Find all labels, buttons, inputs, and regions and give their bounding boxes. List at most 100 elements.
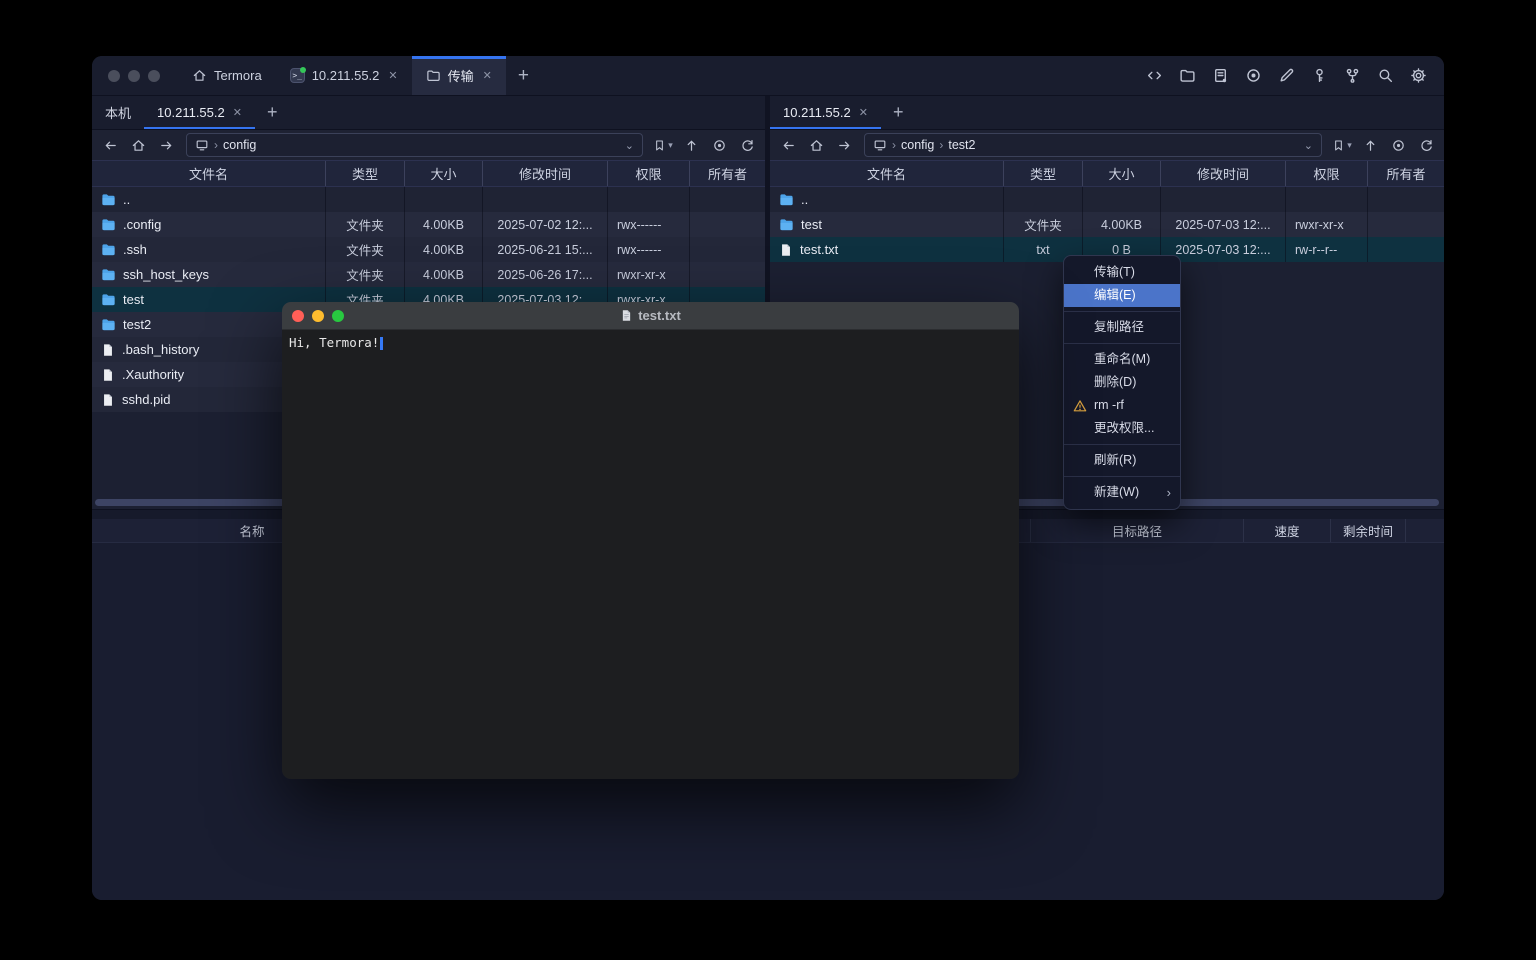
refresh-icon[interactable] (735, 134, 759, 156)
back-icon[interactable] (776, 134, 800, 156)
column-header[interactable]: 权限 (607, 161, 689, 186)
column-header[interactable]: 大小 (404, 161, 482, 186)
menu-item-rm-rf[interactable]: rm -rf (1064, 394, 1180, 417)
window-controls[interactable] (92, 56, 178, 95)
menu-item-rename[interactable]: 重命名(M) (1064, 348, 1180, 371)
chevron-down-icon[interactable]: ⌄ (1304, 139, 1313, 152)
home-icon[interactable] (804, 134, 828, 156)
column-header[interactable]: 文件名 (92, 161, 325, 186)
add-panel-tab-button[interactable]: + (881, 96, 916, 129)
table-row[interactable]: ssh_host_keys 文件夹 4.00KB 2025-06-26 17:.… (92, 262, 765, 287)
table-row[interactable]: .ssh 文件夹 4.00KB 2025-06-21 15:... rwx---… (92, 237, 765, 262)
table-row[interactable]: .config 文件夹 4.00KB 2025-07-02 12:... rwx… (92, 212, 765, 237)
terminal-icon: >_ (290, 68, 305, 83)
parent-directory-icon[interactable] (679, 134, 703, 156)
menu-separator (1064, 444, 1180, 445)
panel-tab-host[interactable]: 10.211.55.2 ✕ (770, 96, 881, 129)
column-header[interactable]: 所有者 (689, 161, 765, 186)
computer-icon (195, 138, 209, 152)
close-icon[interactable]: ✕ (859, 106, 868, 119)
record-icon[interactable] (1243, 66, 1263, 86)
path-separator: › (939, 138, 943, 152)
file-icon (101, 393, 115, 407)
home-icon[interactable] (126, 134, 150, 156)
event-log-icon[interactable] (1210, 66, 1230, 86)
column-header-filler (1405, 519, 1444, 542)
table-row[interactable]: .. (770, 187, 1444, 212)
bookmark-icon[interactable]: ▾ (651, 134, 675, 156)
table-row[interactable]: .. (92, 187, 765, 212)
folder-icon[interactable] (1177, 66, 1197, 86)
file-icon (101, 368, 115, 382)
right-pathbar: › config › test2 ⌄ ▾ (770, 130, 1444, 160)
column-header[interactable]: 修改时间 (482, 161, 607, 186)
column-header[interactable]: 类型 (1003, 161, 1082, 186)
keychain-icon[interactable] (1342, 66, 1362, 86)
maximize-window-button[interactable] (332, 310, 344, 322)
key-icon[interactable] (1309, 66, 1329, 86)
parent-directory-icon[interactable] (1358, 134, 1382, 156)
column-header[interactable]: 所有者 (1367, 161, 1444, 186)
tab-transfer[interactable]: 传输 ✕ (412, 56, 506, 95)
chevron-down-icon[interactable]: ⌄ (625, 139, 634, 152)
show-hidden-icon[interactable] (707, 134, 731, 156)
tab-termora[interactable]: Termora (178, 56, 276, 95)
forward-icon[interactable] (832, 134, 856, 156)
text-cursor (380, 337, 383, 350)
close-window-button[interactable] (108, 70, 120, 82)
bookmark-dropdown-caret[interactable]: ▾ (668, 140, 673, 151)
bookmark-icon[interactable]: ▾ (1330, 134, 1354, 156)
tab-host-terminal[interactable]: >_ 10.211.55.2 ✕ (276, 56, 412, 95)
maximize-window-button[interactable] (148, 70, 160, 82)
minimize-window-button[interactable] (312, 310, 324, 322)
close-icon[interactable]: ✕ (388, 69, 397, 82)
path-segment[interactable]: config (223, 138, 256, 152)
column-header[interactable]: 剩余时间 (1330, 519, 1405, 542)
close-window-button[interactable] (292, 310, 304, 322)
path-input[interactable]: › config › test2 ⌄ (864, 133, 1322, 157)
settings-icon[interactable] (1408, 66, 1428, 86)
menu-item-edit[interactable]: 编辑(E) (1064, 284, 1180, 307)
edit-icon[interactable] (1276, 66, 1296, 86)
bookmark-dropdown-caret[interactable]: ▾ (1347, 140, 1352, 151)
horizontal-scrollbar[interactable] (95, 499, 285, 506)
column-header[interactable]: 类型 (325, 161, 404, 186)
column-header[interactable]: 目标路径 (1030, 519, 1243, 542)
submenu-arrow-icon: › (1167, 481, 1171, 504)
path-segment[interactable]: test2 (948, 138, 975, 152)
back-icon[interactable] (98, 134, 122, 156)
refresh-icon[interactable] (1414, 134, 1438, 156)
panel-tab-local[interactable]: 本机 (92, 96, 144, 129)
menu-item-refresh[interactable]: 刷新(R) (1064, 449, 1180, 472)
menu-item-transfer[interactable]: 传输(T) (1064, 261, 1180, 284)
close-icon[interactable]: ✕ (483, 69, 492, 82)
code-icon[interactable] (1144, 66, 1164, 86)
editor-window-controls[interactable] (282, 310, 344, 322)
minimize-window-button[interactable] (128, 70, 140, 82)
new-tab-button[interactable]: + (506, 56, 541, 95)
file-icon (779, 243, 793, 257)
menu-item-copy-path[interactable]: 复制路径 (1064, 316, 1180, 339)
column-header[interactable]: 文件名 (770, 161, 1003, 186)
menu-item-delete[interactable]: 删除(D) (1064, 371, 1180, 394)
show-hidden-icon[interactable] (1386, 134, 1410, 156)
table-row[interactable]: test 文件夹 4.00KB 2025-07-03 12:... rwxr-x… (770, 212, 1444, 237)
close-icon[interactable]: ✕ (233, 106, 242, 119)
path-segment[interactable]: config (901, 138, 934, 152)
column-header[interactable]: 权限 (1285, 161, 1367, 186)
folder-icon (101, 292, 116, 307)
menu-item-change-permissions[interactable]: 更改权限... (1064, 417, 1180, 440)
desktop: Termora >_ 10.211.55.2 ✕ 传输 ✕ + (0, 0, 1536, 960)
column-header[interactable]: 大小 (1082, 161, 1160, 186)
column-header[interactable]: 修改时间 (1160, 161, 1285, 186)
column-header[interactable]: 速度 (1243, 519, 1330, 542)
search-icon[interactable] (1375, 66, 1395, 86)
forward-icon[interactable] (154, 134, 178, 156)
path-input[interactable]: › config ⌄ (186, 133, 643, 157)
menu-item-new[interactable]: 新建(W)› (1064, 481, 1180, 504)
tab-label: Termora (214, 68, 262, 83)
editor-titlebar[interactable]: test.txt (282, 302, 1019, 330)
add-panel-tab-button[interactable]: + (255, 96, 290, 129)
panel-tab-host[interactable]: 10.211.55.2 ✕ (144, 96, 255, 129)
editor-content[interactable]: Hi, Termora! (282, 330, 1019, 779)
